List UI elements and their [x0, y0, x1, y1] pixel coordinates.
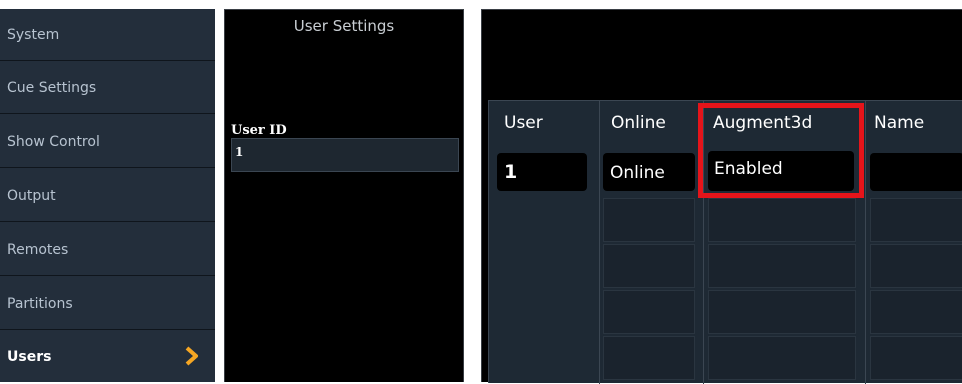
sidebar-item-label: Cue Settings	[7, 80, 97, 96]
sidebar-item-remotes[interactable]: Remotes	[0, 224, 215, 276]
empty-table-cell[interactable]	[603, 198, 695, 242]
empty-table-cell[interactable]	[603, 336, 695, 380]
column-header-name: Name	[874, 113, 925, 133]
panel-title: User Settings	[293, 17, 395, 35]
app-root: System Cue Settings Show Control Output …	[0, 0, 962, 384]
user-id-label: User ID	[231, 123, 287, 138]
empty-table-cell[interactable]	[870, 336, 962, 380]
sidebar-item-label: Remotes	[7, 242, 69, 258]
sidebar-item-users[interactable]: Users	[0, 331, 215, 383]
empty-table-cell[interactable]	[708, 336, 856, 380]
column-header-online: Online	[611, 113, 666, 133]
sidebar-item-label: Output	[7, 188, 56, 204]
user-settings-panel: User Settings User ID 1	[224, 9, 464, 382]
sidebar-item-label: Users	[7, 349, 52, 365]
highlight-box	[698, 103, 864, 198]
empty-table-cell[interactable]	[708, 198, 856, 242]
sidebar-item-label: Partitions	[7, 296, 73, 312]
table-cell-user[interactable]: 1	[497, 153, 587, 191]
sidebar-item-system[interactable]: System	[0, 9, 215, 61]
user-id-field[interactable]: 1	[231, 138, 459, 172]
empty-table-cell[interactable]	[603, 290, 695, 334]
sidebar-item-partitions[interactable]: Partitions	[0, 278, 215, 330]
table-cell-name[interactable]	[870, 153, 962, 191]
empty-table-cell[interactable]	[870, 198, 962, 242]
empty-table-cell[interactable]	[870, 290, 962, 334]
sidebar-item-output[interactable]: Output	[0, 170, 215, 222]
column-header-user: User	[504, 113, 543, 133]
sidebar-item-show-control[interactable]: Show Control	[0, 116, 215, 168]
empty-table-cell[interactable]	[870, 244, 962, 288]
table-cell-online[interactable]: Online	[603, 153, 695, 191]
empty-table-cell[interactable]	[708, 290, 856, 334]
chevron-right-icon	[185, 346, 198, 366]
sidebar-item-label: Show Control	[7, 134, 100, 150]
sidebar-item-label: System	[7, 27, 60, 43]
sidebar-item-cue-settings[interactable]: Cue Settings	[0, 62, 215, 114]
settings-sidebar: System Cue Settings Show Control Output …	[0, 9, 215, 382]
column-divider	[599, 101, 600, 384]
column-divider	[865, 101, 866, 384]
empty-table-cell[interactable]	[708, 244, 856, 288]
empty-table-cell[interactable]	[603, 244, 695, 288]
